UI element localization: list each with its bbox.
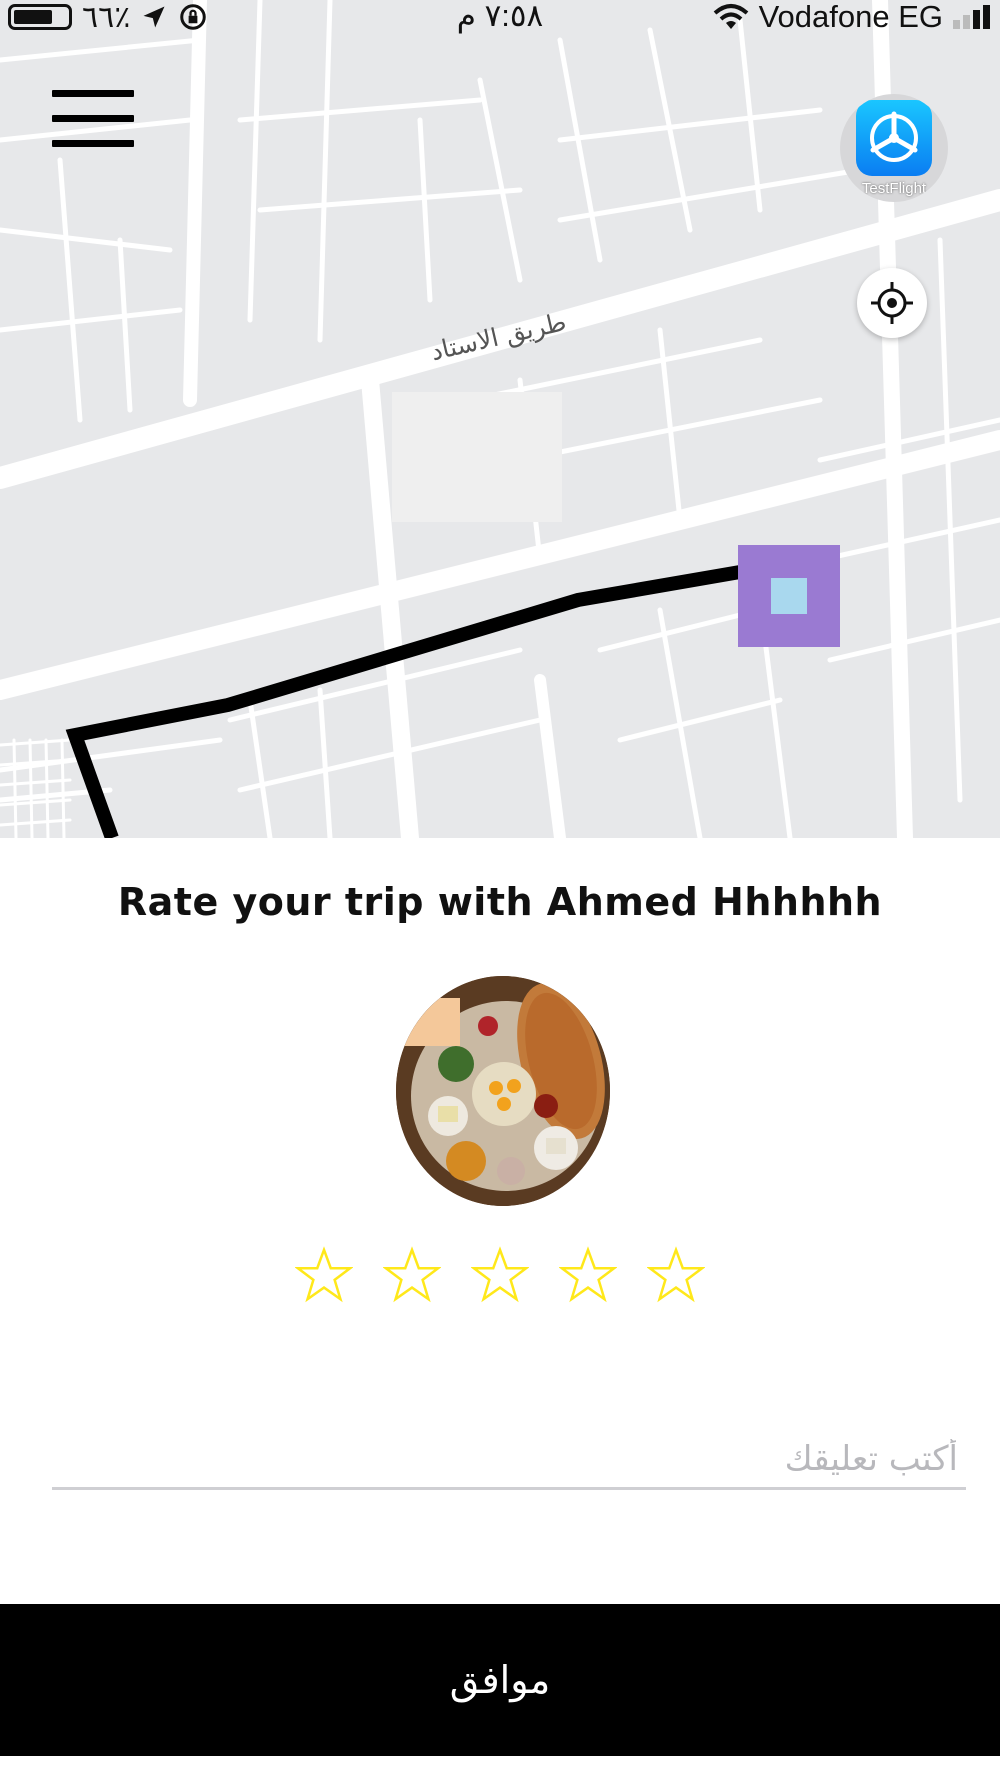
submit-rating-button[interactable]: موافق <box>0 1604 1000 1756</box>
menu-button[interactable] <box>52 88 136 150</box>
wifi-icon <box>713 4 748 29</box>
star-icon[interactable] <box>559 1246 617 1304</box>
status-bar: ٦٦٪ ٧:٥٨ م Vodafone EG <box>0 0 1000 34</box>
signal-bars-icon <box>953 5 990 29</box>
status-right: Vodafone EG <box>713 0 990 34</box>
star-icon[interactable] <box>295 1246 353 1304</box>
driver-avatar <box>396 976 610 1206</box>
star-icon[interactable] <box>471 1246 529 1304</box>
comment-field[interactable] <box>52 1438 966 1490</box>
map-view[interactable]: طريق الاستاد TestFlight <box>0 0 1000 838</box>
hamburger-menu-icon <box>52 90 134 97</box>
crosshair-icon <box>871 282 913 324</box>
rating-title: Rate your trip with Ahmed Hhhhhh <box>117 880 883 924</box>
square-marker-icon <box>771 578 807 614</box>
locate-me-button[interactable] <box>857 268 927 338</box>
star-icon[interactable] <box>383 1246 441 1304</box>
destination-marker <box>738 545 840 647</box>
testflight-icon <box>856 100 932 176</box>
star-rating <box>0 1246 1000 1304</box>
submit-label: موافق <box>449 1658 551 1702</box>
testflight-label: TestFlight <box>861 180 927 197</box>
rating-panel: Rate your trip with Ahmed Hhhhhh موافق <box>0 838 1000 1778</box>
star-icon[interactable] <box>647 1246 705 1304</box>
testflight-button[interactable]: TestFlight <box>840 94 948 202</box>
carrier-name: Vodafone EG <box>758 0 943 34</box>
